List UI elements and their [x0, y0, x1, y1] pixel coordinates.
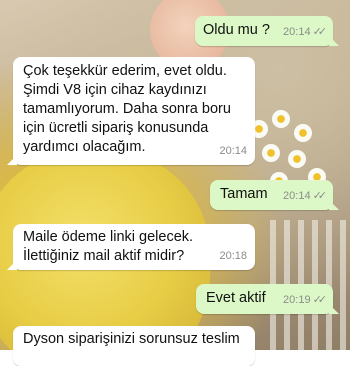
message-text: Tamam [220, 186, 268, 202]
message-time: 20:14 [219, 145, 247, 157]
message-time: 20:18 [219, 250, 247, 262]
message-outgoing[interactable]: Oldu mu ? 20:14 ✓✓ [195, 16, 339, 46]
bubble-tail [329, 304, 339, 314]
message-outgoing[interactable]: Tamam 20:14 ✓✓ [210, 180, 339, 210]
message-outgoing[interactable]: Evet aktif 20:19 ✓✓ [196, 284, 339, 314]
message-text: Maile ödeme linki gelecek. İlettiğiniz m… [23, 229, 194, 264]
bubble-tail [329, 200, 339, 210]
message-incoming[interactable]: Maile ödeme linki gelecek. İlettiğiniz m… [7, 224, 255, 270]
message-meta: 20:14 [219, 142, 247, 161]
message-meta: 20:18 [219, 247, 247, 266]
message-text: Evet aktif [206, 290, 266, 306]
message-meta: 20:14 ✓✓ [283, 187, 327, 206]
read-receipt-icon: ✓✓ [312, 26, 328, 38]
bubble-tail [7, 155, 17, 165]
read-receipt-icon: ✓✓ [312, 190, 328, 202]
bubble-tail [7, 260, 17, 270]
read-receipt-icon: ✓✓ [312, 294, 328, 306]
message-meta: 20:14 ✓✓ [283, 23, 327, 42]
message-text: Oldu mu ? [203, 22, 270, 38]
message-text: Dyson siparişinizi sorunsuz teslim [23, 331, 240, 347]
bubble-tail [329, 36, 339, 46]
message-time: 20:14 [283, 190, 311, 202]
message-time: 20:19 [283, 294, 311, 306]
message-incoming[interactable]: Çok teşekkür ederim, evet oldu. Şimdi V8… [7, 57, 255, 165]
message-time: 20:14 [283, 26, 311, 38]
message-meta: 20:19 ✓✓ [283, 291, 327, 310]
message-incoming[interactable]: Dyson siparişinizi sorunsuz teslim [13, 326, 255, 366]
message-text: Çok teşekkür ederim, evet oldu. Şimdi V8… [23, 63, 231, 155]
